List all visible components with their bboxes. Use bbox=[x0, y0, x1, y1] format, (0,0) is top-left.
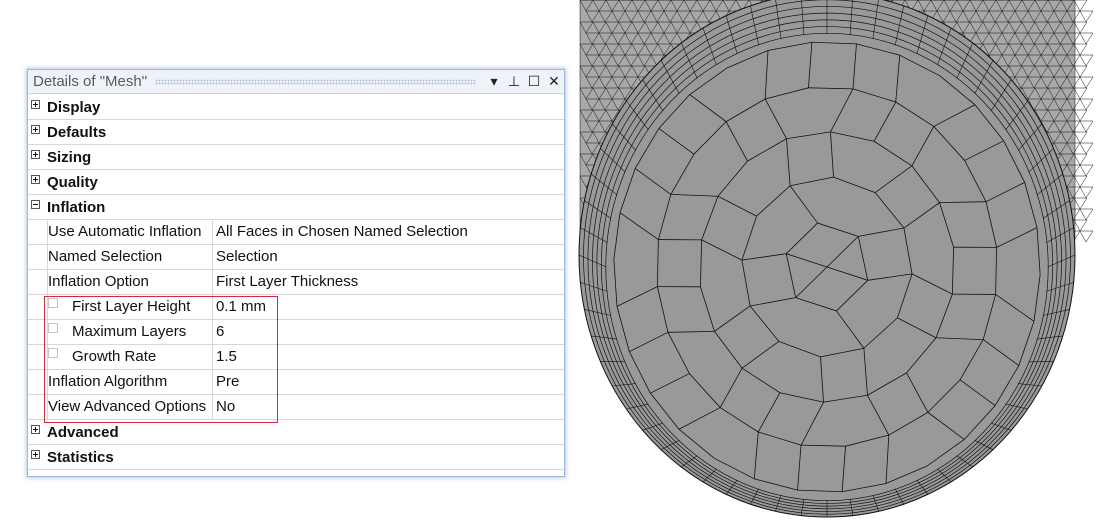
category-quality[interactable]: Quality bbox=[28, 170, 564, 195]
pin-icon[interactable]: ⊥ bbox=[504, 72, 524, 92]
mesh-triangle bbox=[1073, 21, 1088, 34]
prop-row-inflation-algorithm[interactable]: Inflation Algorithm Pre bbox=[28, 369, 564, 395]
expand-plus-icon[interactable] bbox=[31, 450, 40, 459]
mesh-triangle bbox=[1073, 65, 1088, 78]
prop-label: Inflation Option bbox=[47, 269, 213, 295]
mesh-cap bbox=[578, 0, 1076, 518]
expand-plus-icon[interactable] bbox=[31, 150, 40, 159]
mesh-geometry bbox=[578, 0, 1094, 518]
mesh-triangle bbox=[1073, 0, 1088, 12]
expand-plus-icon[interactable] bbox=[31, 175, 40, 184]
category-label: Sizing bbox=[47, 148, 92, 166]
mesh-triangle bbox=[1079, 186, 1094, 199]
prop-row-first-layer-height[interactable]: First Layer Height 0.1 mm bbox=[28, 294, 564, 320]
mesh-triangle bbox=[1079, 98, 1094, 111]
prop-value-dropdown[interactable]: Selection bbox=[212, 244, 564, 270]
panel-title: Details of "Mesh" bbox=[33, 73, 148, 90]
category-defaults[interactable]: Defaults bbox=[28, 120, 564, 145]
expand-plus-icon[interactable] bbox=[31, 100, 40, 109]
mesh-triangle bbox=[1073, 175, 1088, 188]
category-label: Quality bbox=[47, 173, 98, 191]
mesh-triangle bbox=[1079, 230, 1094, 243]
titlebar-grip[interactable] bbox=[155, 78, 476, 85]
prop-value-input[interactable]: 6 bbox=[212, 319, 564, 345]
prop-value-dropdown[interactable]: No bbox=[212, 394, 564, 420]
property-grid: Display Defaults Sizing Quality Inflatio… bbox=[28, 95, 564, 470]
category-inflation[interactable]: Inflation bbox=[28, 195, 564, 220]
prop-label: View Advanced Options bbox=[47, 394, 213, 420]
category-advanced[interactable]: Advanced bbox=[28, 420, 564, 445]
category-label: Display bbox=[47, 98, 101, 116]
category-display[interactable]: Display bbox=[28, 95, 564, 120]
mesh-triangle bbox=[1079, 54, 1094, 67]
category-label: Advanced bbox=[47, 423, 119, 441]
mesh-triangle bbox=[1079, 10, 1094, 23]
mesh-triangle bbox=[1079, 120, 1094, 133]
mesh-triangle bbox=[1079, 32, 1094, 45]
mesh-triangle bbox=[1079, 208, 1094, 221]
prop-label: Named Selection bbox=[47, 244, 213, 270]
category-statistics[interactable]: Statistics bbox=[28, 445, 564, 470]
collapse-minus-icon[interactable] bbox=[31, 200, 40, 209]
mesh-triangle bbox=[1073, 153, 1088, 166]
prop-row-view-advanced-options[interactable]: View Advanced Options No bbox=[28, 394, 564, 420]
mesh-triangle bbox=[1079, 164, 1094, 177]
mesh-triangle bbox=[1079, 142, 1094, 155]
mesh-triangle bbox=[1073, 197, 1088, 210]
category-sizing[interactable]: Sizing bbox=[28, 145, 564, 170]
close-icon[interactable]: ✕ bbox=[544, 72, 564, 92]
expand-plus-icon[interactable] bbox=[31, 425, 40, 434]
panel-titlebar: Details of "Mesh" ▾ ⊥ ☐ ✕ bbox=[28, 70, 564, 94]
prop-row-inflation-option[interactable]: Inflation Option First Layer Thickness bbox=[28, 269, 564, 295]
prop-value-input[interactable]: 0.1 mm bbox=[212, 294, 564, 320]
prop-row-named-selection[interactable]: Named Selection Selection bbox=[28, 244, 564, 270]
category-label: Statistics bbox=[47, 448, 114, 466]
mesh-triangle bbox=[1073, 43, 1088, 56]
prop-row-growth-rate[interactable]: Growth Rate 1.5 bbox=[28, 344, 564, 370]
prop-label: Inflation Algorithm bbox=[47, 369, 213, 395]
prop-row-use-automatic-inflation[interactable]: Use Automatic Inflation All Faces in Cho… bbox=[28, 219, 564, 245]
prop-value-dropdown[interactable]: Pre bbox=[212, 369, 564, 395]
category-label: Defaults bbox=[47, 123, 107, 141]
category-label: Inflation bbox=[47, 198, 106, 216]
expand-plus-icon[interactable] bbox=[31, 125, 40, 134]
prop-label: First Layer Height bbox=[47, 294, 213, 320]
prop-value-dropdown[interactable]: All Faces in Chosen Named Selection bbox=[212, 219, 564, 245]
mesh-triangle bbox=[1073, 219, 1088, 232]
mesh-viewport[interactable] bbox=[575, 0, 1096, 526]
mesh-triangle bbox=[1079, 76, 1094, 89]
dropdown-arrow-icon[interactable]: ▾ bbox=[484, 72, 504, 92]
prop-label: Maximum Layers bbox=[47, 319, 213, 345]
prop-value-input[interactable]: 1.5 bbox=[212, 344, 564, 370]
mesh-triangle bbox=[1073, 87, 1088, 100]
prop-label: Use Automatic Inflation bbox=[47, 219, 213, 245]
prop-value-dropdown[interactable]: First Layer Thickness bbox=[212, 269, 564, 295]
details-panel: Details of "Mesh" ▾ ⊥ ☐ ✕ Display Defaul… bbox=[27, 69, 565, 477]
maximize-icon[interactable]: ☐ bbox=[524, 72, 544, 92]
prop-label: Growth Rate bbox=[47, 344, 213, 370]
prop-row-maximum-layers[interactable]: Maximum Layers 6 bbox=[28, 319, 564, 345]
mesh-triangle bbox=[1073, 109, 1088, 122]
mesh-triangle bbox=[1073, 131, 1088, 144]
